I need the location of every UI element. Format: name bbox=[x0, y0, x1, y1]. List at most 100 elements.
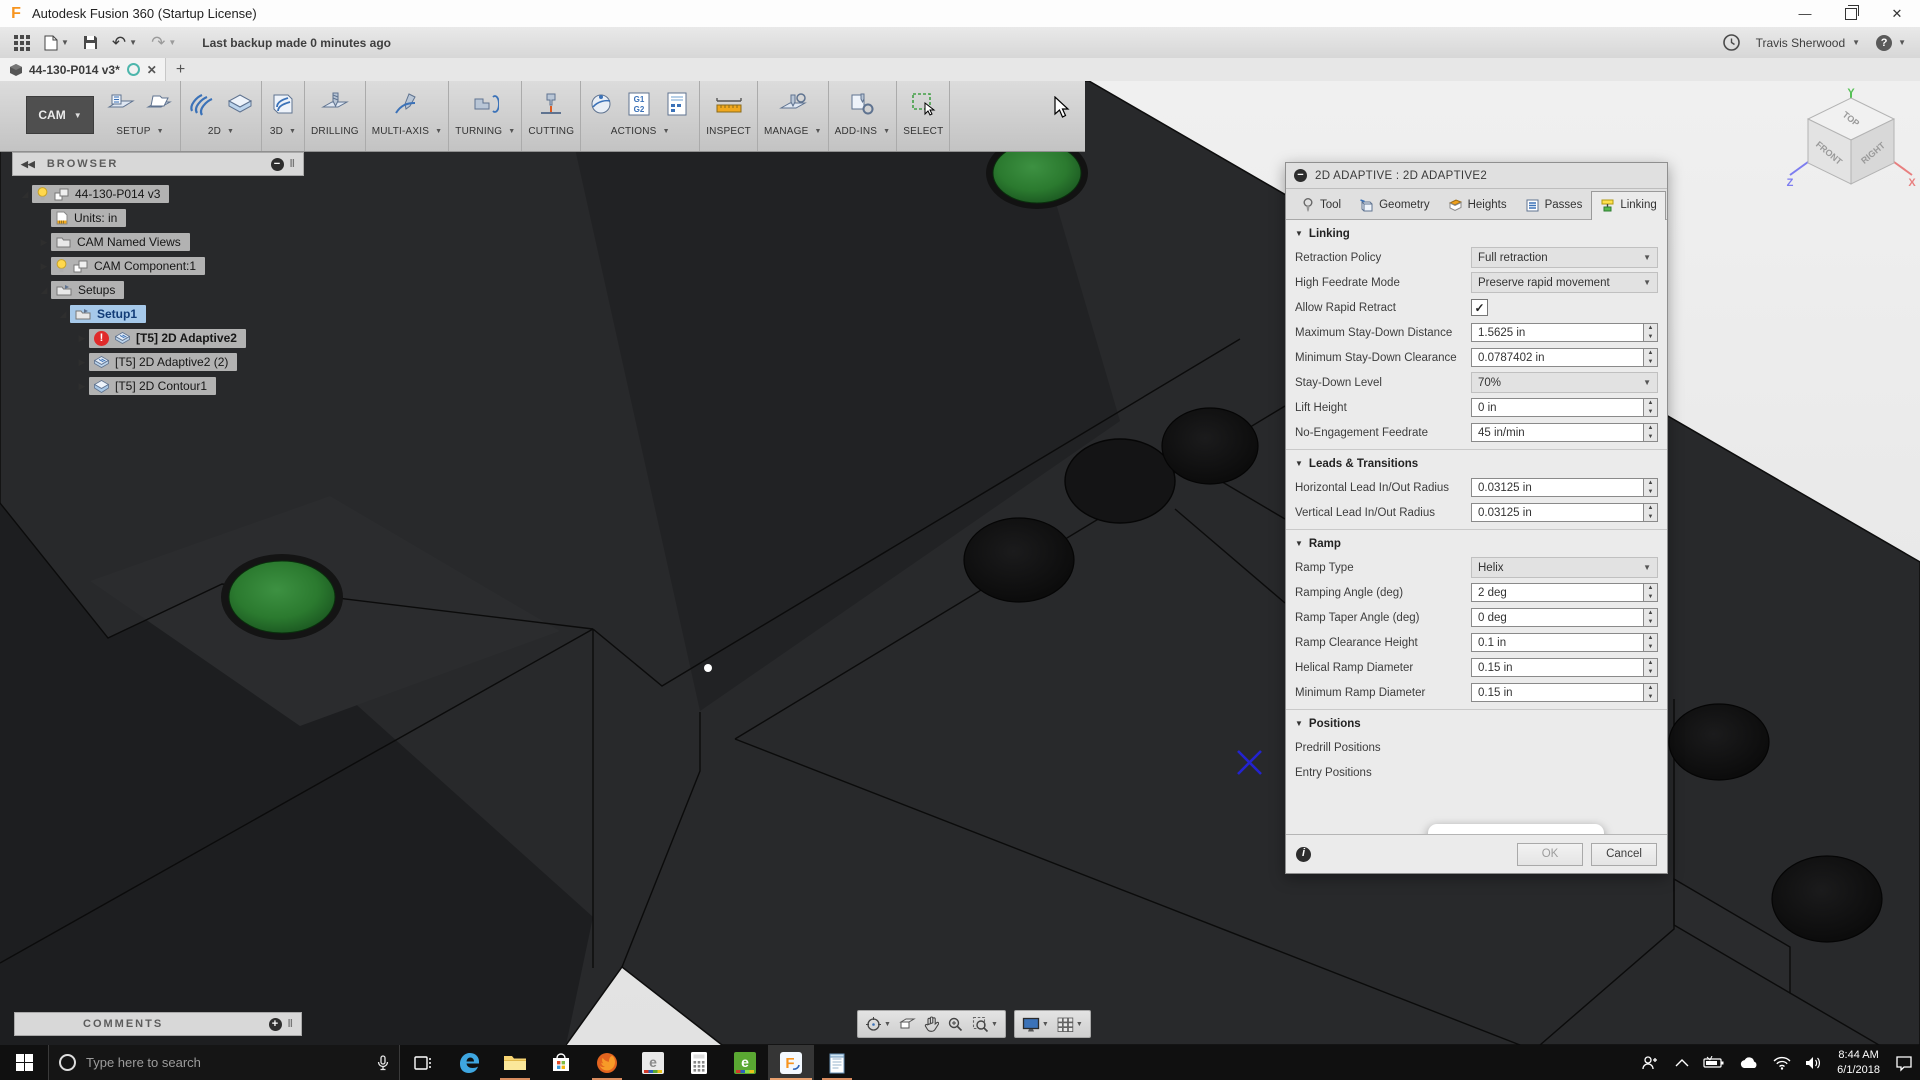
dropdown-retraction-policy[interactable]: Full retraction▼ bbox=[1471, 247, 1658, 268]
ribbon-group-label-setup[interactable]: SETUP▼ bbox=[116, 126, 163, 137]
input-horizontal-lead-in-out-radius[interactable]: 0.03125 in bbox=[1471, 478, 1643, 497]
view-cube[interactable]: Y Z X TOP FRONT RIGHT bbox=[1782, 86, 1920, 198]
spinner-up-icon[interactable]: ▲ bbox=[1644, 349, 1657, 358]
taskbar-app-task-view-icon[interactable] bbox=[400, 1045, 446, 1080]
spinner-down-icon[interactable]: ▼ bbox=[1644, 593, 1657, 602]
taskbar-app-edge-icon[interactable] bbox=[446, 1045, 492, 1080]
ribbon-group-label-select[interactable]: SELECT bbox=[903, 126, 943, 137]
tree-collapsed-icon[interactable]: ▶ bbox=[75, 381, 89, 392]
spinner-down-icon[interactable]: ▼ bbox=[1644, 513, 1657, 522]
tree-expanded-icon[interactable]: ◢ bbox=[37, 285, 51, 296]
remove-panel-icon[interactable]: − bbox=[271, 158, 284, 171]
ribbon-group-label-turning[interactable]: TURNING▼ bbox=[455, 126, 515, 137]
spinner-up-icon[interactable]: ▲ bbox=[1644, 634, 1657, 643]
spinner-up-icon[interactable]: ▲ bbox=[1644, 479, 1657, 488]
restore-button[interactable] bbox=[1828, 0, 1874, 27]
tree-item-t5-2d-contour1[interactable]: ▶[T5] 2D Contour1 bbox=[12, 374, 304, 398]
tray-wifi-icon[interactable] bbox=[1766, 1055, 1798, 1071]
ribbon-button-simulate-icon[interactable] bbox=[587, 89, 617, 119]
tree-item-t5-2d-adaptive2[interactable]: ▶![T5] 2D Adaptive2 bbox=[12, 326, 304, 350]
spinner-down-icon[interactable]: ▼ bbox=[1644, 408, 1657, 417]
input-no-engagement-feedrate[interactable]: 45 in/min bbox=[1471, 423, 1643, 442]
spinner-down-icon[interactable]: ▼ bbox=[1644, 693, 1657, 702]
ribbon-button-tool-library-icon[interactable] bbox=[778, 89, 808, 119]
dropdown-high-feedrate-mode[interactable]: Preserve rapid movement▼ bbox=[1471, 272, 1658, 293]
section-header-ramp[interactable]: ▼Ramp bbox=[1286, 532, 1667, 555]
nav-button-zoom-icon[interactable] bbox=[944, 1016, 967, 1033]
ribbon-group-label-manage[interactable]: MANAGE▼ bbox=[764, 126, 822, 137]
input-maximum-stay-down-distance[interactable]: 1.5625 in bbox=[1471, 323, 1643, 342]
ribbon-button-measure-icon[interactable] bbox=[714, 89, 744, 119]
dialog-tab-linking[interactable]: Linking bbox=[1591, 191, 1665, 220]
tree-collapsed-icon[interactable]: ▶ bbox=[37, 261, 51, 272]
spinner-up-icon[interactable]: ▲ bbox=[1644, 324, 1657, 333]
spinner-down-icon[interactable]: ▼ bbox=[1644, 358, 1657, 367]
tab-close-icon[interactable]: ✕ bbox=[147, 63, 157, 77]
spinner-down-icon[interactable]: ▼ bbox=[1644, 488, 1657, 497]
ok-button[interactable]: OK bbox=[1517, 843, 1583, 866]
ribbon-button-select-icon[interactable] bbox=[908, 89, 938, 119]
taskbar-app-edrawings-green-icon[interactable]: e bbox=[722, 1045, 768, 1080]
dialog-title-bar[interactable]: − 2D ADAPTIVE : 2D ADAPTIVE2 bbox=[1286, 163, 1667, 189]
ribbon-button-setup-folder-icon[interactable] bbox=[144, 89, 174, 119]
input-ramping-angle-deg[interactable]: 2 deg bbox=[1471, 583, 1643, 602]
tree-item-chip[interactable]: CAM Named Views bbox=[51, 233, 190, 251]
input-ramp-clearance-height[interactable]: 0.1 in bbox=[1471, 633, 1643, 652]
section-header-positions[interactable]: ▼Positions bbox=[1286, 712, 1667, 735]
tree-item-chip[interactable]: [T5] 2D Adaptive2 (2) bbox=[89, 353, 237, 371]
spinner-up-icon[interactable]: ▲ bbox=[1644, 504, 1657, 513]
close-button[interactable]: ✕ bbox=[1874, 0, 1920, 27]
taskbar-app-edrawings-gray-icon[interactable]: e bbox=[630, 1045, 676, 1080]
ribbon-group-label-add-ins[interactable]: ADD-INS▼ bbox=[835, 126, 891, 137]
taskbar-app-firefox-icon[interactable] bbox=[584, 1045, 630, 1080]
spinner-up-icon[interactable]: ▲ bbox=[1644, 399, 1657, 408]
ribbon-button-turning-icon[interactable] bbox=[470, 89, 500, 119]
tray-people-icon[interactable] bbox=[1634, 1055, 1668, 1071]
comments-header[interactable]: COMMENTS + ‖ bbox=[14, 1012, 302, 1036]
tree-item-chip[interactable]: Units: in bbox=[51, 209, 126, 227]
cancel-button[interactable]: Cancel bbox=[1591, 843, 1657, 866]
input-minimum-stay-down-clearance[interactable]: 0.0787402 in bbox=[1471, 348, 1643, 367]
nav-button-orbit-icon[interactable]: ▼ bbox=[862, 1016, 894, 1033]
tree-item-chip[interactable]: Setup1 bbox=[70, 305, 146, 323]
ribbon-button-addins-icon[interactable] bbox=[847, 89, 877, 119]
tree-collapsed-icon[interactable]: ▶ bbox=[37, 237, 51, 248]
nav-button-grid-layout-icon[interactable]: ▼ bbox=[1054, 1017, 1086, 1032]
app-grid-icon[interactable] bbox=[14, 35, 30, 51]
taskbar-clock[interactable]: 8:44 AM 6/1/2018 bbox=[1829, 1048, 1888, 1078]
ribbon-group-label-multi-axis[interactable]: MULTI-AXIS▼ bbox=[372, 126, 443, 137]
dialog-collapse-icon[interactable]: − bbox=[1294, 169, 1307, 182]
new-tab-button[interactable]: + bbox=[176, 61, 185, 79]
tray-onedrive-icon[interactable] bbox=[1732, 1055, 1766, 1071]
spinner-down-icon[interactable]: ▼ bbox=[1644, 618, 1657, 627]
dialog-tab-geometry[interactable]: Geometry bbox=[1350, 191, 1439, 219]
browser-header[interactable]: ◀◀ BROWSER − ‖ bbox=[12, 152, 304, 176]
tree-item-cam-component-1[interactable]: ▶CAM Component:1 bbox=[12, 254, 304, 278]
dropdown-stay-down-level[interactable]: 70%▼ bbox=[1471, 372, 1658, 393]
info-icon[interactable]: i bbox=[1296, 847, 1311, 862]
spinner-down-icon[interactable]: ▼ bbox=[1644, 643, 1657, 652]
dialog-tab-heights[interactable]: Heights bbox=[1439, 191, 1516, 219]
action-center-icon[interactable] bbox=[1888, 1054, 1920, 1072]
tree-item-t5-2d-adaptive2-2[interactable]: ▶[T5] 2D Adaptive2 (2) bbox=[12, 350, 304, 374]
tray-volume-icon[interactable] bbox=[1798, 1055, 1829, 1071]
ribbon-button-multi-axis-icon[interactable] bbox=[392, 89, 422, 119]
spinner-down-icon[interactable]: ▼ bbox=[1644, 433, 1657, 442]
start-button[interactable] bbox=[0, 1045, 48, 1080]
ribbon-button-new-setup-icon[interactable] bbox=[106, 89, 136, 119]
taskbar-app-file-explorer-icon[interactable] bbox=[492, 1045, 538, 1080]
dialog-tab-tool[interactable]: Tool bbox=[1292, 191, 1350, 219]
undo-button[interactable]: ↶▼ bbox=[112, 33, 137, 53]
tree-item-44-130-p014-v3[interactable]: ◢44-130-P014 v3 bbox=[12, 182, 304, 206]
ribbon-button-post-process-icon[interactable]: G1G2 bbox=[625, 89, 655, 119]
spinner-up-icon[interactable]: ▲ bbox=[1644, 684, 1657, 693]
ribbon-group-label-3d[interactable]: 3D▼ bbox=[270, 126, 296, 137]
ribbon-button-adaptive-3d-icon[interactable] bbox=[268, 89, 298, 119]
ribbon-group-label-actions[interactable]: ACTIONS▼ bbox=[611, 126, 670, 137]
tree-item-chip[interactable]: CAM Component:1 bbox=[51, 257, 205, 275]
save-button[interactable] bbox=[83, 35, 98, 50]
tree-item-chip[interactable]: ![T5] 2D Adaptive2 bbox=[89, 329, 246, 348]
minimize-button[interactable]: — bbox=[1782, 0, 1828, 27]
file-menu-button[interactable]: ▼ bbox=[44, 35, 69, 51]
tree-item-chip[interactable]: 44-130-P014 v3 bbox=[32, 185, 169, 203]
